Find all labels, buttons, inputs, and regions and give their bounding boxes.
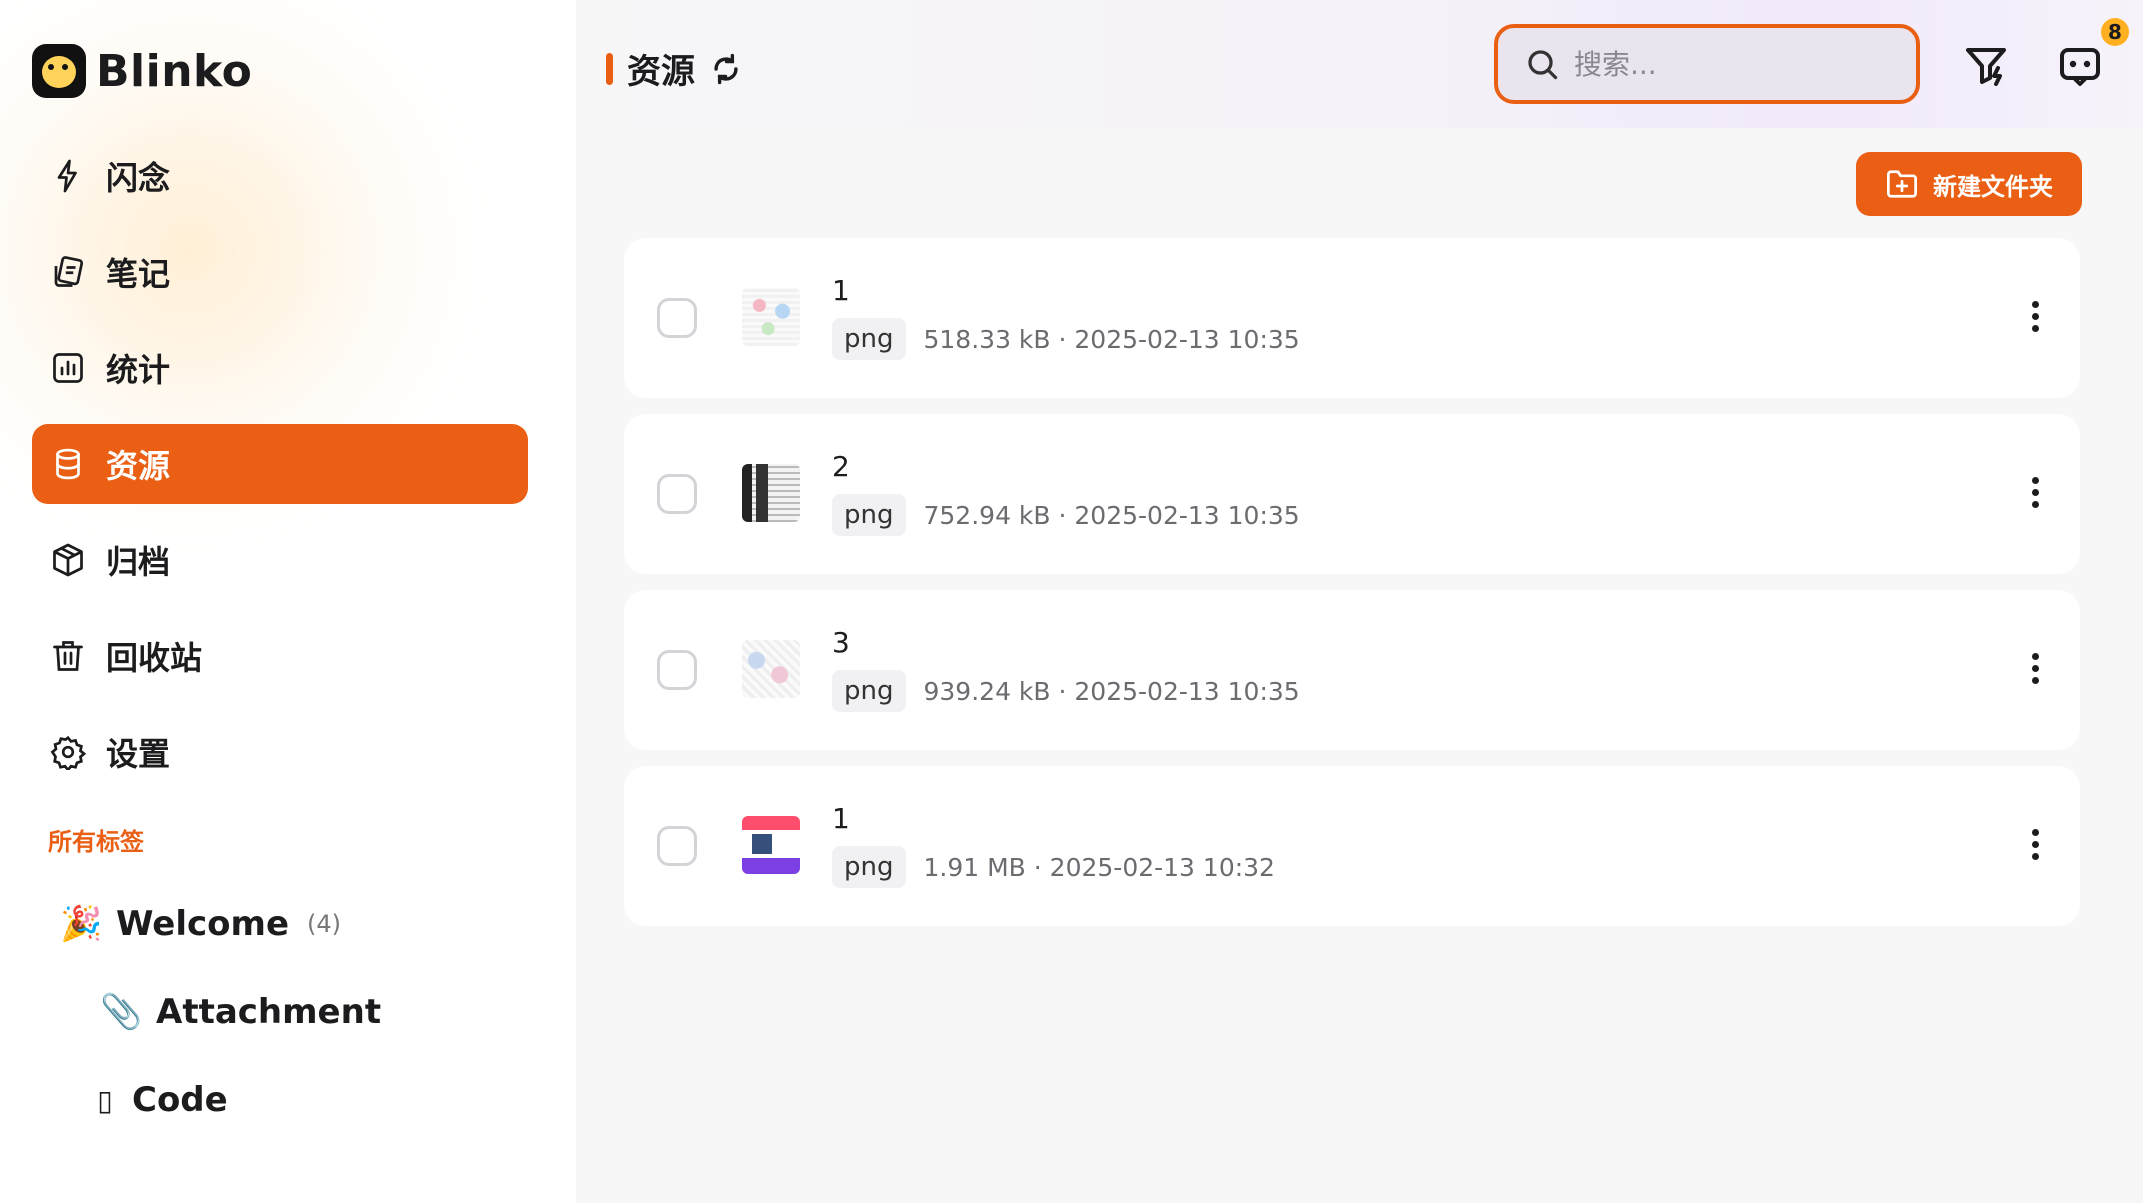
sidebar-item-label: 资源 — [106, 447, 171, 485]
search-icon — [1528, 50, 1558, 80]
tag-attachment[interactable]: 📎 Attachment — [100, 992, 381, 1032]
file-size-date: 518.33 kB · 2025-02-13 10:35 — [923, 324, 1300, 354]
chart-icon — [53, 353, 83, 383]
tag-label: Welcome — [116, 904, 290, 944]
file-type-badge: png — [832, 846, 906, 888]
tag-label: Code — [132, 1080, 228, 1120]
resource-thumbnail[interactable] — [742, 816, 800, 874]
sidebar-item-label: 闪念 — [106, 159, 171, 197]
file-type-badge: png — [832, 670, 906, 712]
app-name: Blinko — [96, 45, 253, 97]
paperclip-icon: 📎 — [100, 992, 143, 1032]
file-size-date: 752.94 kB · 2025-02-13 10:35 — [923, 500, 1300, 530]
sidebar-item-resources[interactable]: 资源 — [32, 424, 528, 504]
filter-icon[interactable] — [1962, 42, 2010, 90]
sidebar-item-label: 统计 — [106, 351, 171, 389]
notes-icon — [54, 256, 84, 287]
row-checkbox[interactable] — [657, 826, 697, 866]
resource-name: 1 — [832, 802, 850, 835]
sidebar-item-flash[interactable]: 闪念 — [32, 136, 528, 216]
sidebar-item-label: 笔记 — [106, 255, 171, 293]
archive-box-icon — [53, 543, 83, 577]
resource-thumbnail[interactable] — [742, 464, 800, 522]
blinko-logo-icon — [32, 44, 86, 98]
resource-name: 1 — [832, 274, 850, 307]
resource-row[interactable]: 1 png 518.33 kB · 2025-02-13 10:35 — [624, 238, 2080, 398]
tag-label: Attachment — [156, 992, 382, 1032]
more-options-icon[interactable] — [2020, 824, 2050, 868]
new-folder-label: 新建文件夹 — [1933, 173, 2053, 201]
resource-thumbnail[interactable] — [742, 640, 800, 698]
file-size-date: 939.24 kB · 2025-02-13 10:35 — [923, 676, 1300, 706]
resource-row[interactable]: 3 png 939.24 kB · 2025-02-13 10:35 — [624, 590, 2080, 750]
trash-icon — [53, 641, 83, 671]
gear-icon — [50, 735, 86, 770]
resource-meta: png 1.91 MB · 2025-02-13 10:32 — [832, 846, 1275, 888]
folder-plus-icon — [1887, 170, 1917, 198]
top-header: 资源 8 — [576, 0, 2143, 128]
resource-row[interactable]: 1 png 1.91 MB · 2025-02-13 10:32 — [624, 766, 2080, 926]
party-popper-icon: 🎉 — [60, 904, 103, 944]
title-accent-bar — [606, 52, 613, 85]
main-nav: 闪念 笔记 统计 资源 归档 回收站 设置 — [32, 136, 528, 808]
resource-meta: png 752.94 kB · 2025-02-13 10:35 — [832, 494, 1300, 536]
search-input[interactable] — [1574, 47, 1894, 81]
tag-welcome[interactable]: 🎉 Welcome (4) — [60, 904, 341, 944]
tags-section-title: 所有标签 — [48, 828, 144, 856]
search-box[interactable] — [1494, 24, 1920, 104]
resource-thumbnail[interactable] — [742, 288, 800, 346]
more-options-icon[interactable] — [2020, 648, 2050, 692]
tag-code[interactable]: ▯ Code — [92, 1080, 228, 1120]
new-folder-button[interactable]: 新建文件夹 — [1856, 152, 2082, 216]
lightning-icon — [57, 159, 77, 193]
more-options-icon[interactable] — [2020, 472, 2050, 516]
sidebar-item-trash[interactable]: 回收站 — [32, 616, 528, 696]
app-logo[interactable]: Blinko — [32, 44, 252, 98]
page-title: 资源 — [606, 44, 743, 93]
sidebar-item-label: 设置 — [106, 735, 171, 773]
notification-badge: 8 — [2101, 18, 2129, 46]
sidebar-item-settings[interactable]: 设置 — [32, 712, 528, 792]
sidebar: Blinko 闪念 笔记 统计 资源 归档 回收站 设置 所有标签 🎉 Welc… — [0, 0, 576, 1203]
resource-row[interactable]: 2 png 752.94 kB · 2025-02-13 10:35 — [624, 414, 2080, 574]
more-options-icon[interactable] — [2020, 296, 2050, 340]
resource-meta: png 939.24 kB · 2025-02-13 10:35 — [832, 670, 1300, 712]
resource-list: 1 png 518.33 kB · 2025-02-13 10:35 2 png… — [624, 238, 2080, 942]
resource-name: 3 — [832, 626, 850, 659]
row-checkbox[interactable] — [657, 650, 697, 690]
code-tag-icon: ▯ — [97, 1083, 113, 1117]
sidebar-item-notes[interactable]: 笔记 — [32, 232, 528, 312]
chat-notification-icon[interactable] — [2056, 42, 2104, 90]
database-icon — [56, 448, 80, 480]
file-type-badge: png — [832, 318, 906, 360]
resource-name: 2 — [832, 450, 850, 483]
sidebar-item-archive[interactable]: 归档 — [32, 520, 528, 600]
tag-count: (4) — [307, 910, 342, 938]
sidebar-item-label: 回收站 — [106, 639, 203, 677]
sidebar-item-stats[interactable]: 统计 — [32, 328, 528, 408]
page-title-text: 资源 — [627, 52, 695, 92]
refresh-icon[interactable] — [709, 52, 743, 86]
row-checkbox[interactable] — [657, 298, 697, 338]
file-size-date: 1.91 MB · 2025-02-13 10:32 — [923, 852, 1275, 882]
resource-meta: png 518.33 kB · 2025-02-13 10:35 — [832, 318, 1300, 360]
sidebar-item-label: 归档 — [106, 543, 171, 581]
row-checkbox[interactable] — [657, 474, 697, 514]
file-type-badge: png — [832, 494, 906, 536]
